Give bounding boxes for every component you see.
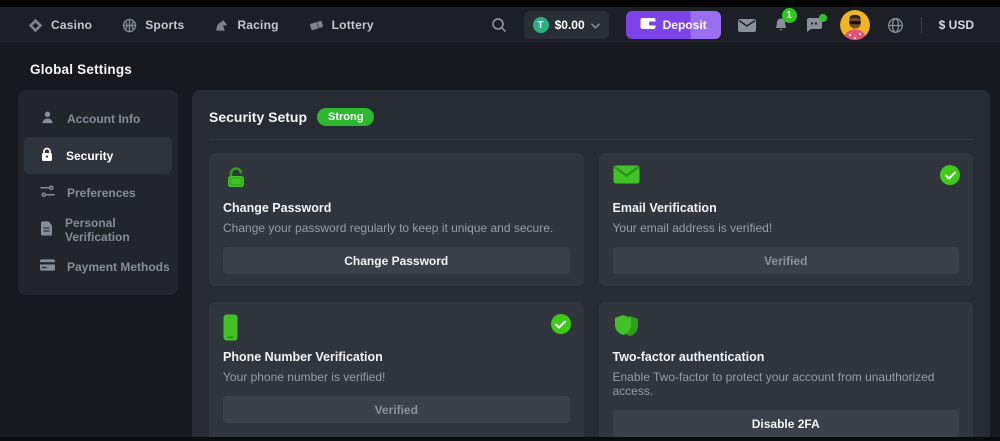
green-shields-icon [613, 314, 960, 346]
card-title: Phone Number Verification [223, 350, 570, 364]
phone-verified-button[interactable]: Verified [223, 396, 570, 423]
strength-badge: Strong [317, 108, 374, 126]
verified-check-icon [940, 165, 960, 185]
sidebar-item-label: Account Info [67, 112, 140, 126]
racing-horse-icon [214, 18, 229, 33]
chevron-down-icon [591, 16, 600, 34]
sidebar-item-label: Preferences [67, 186, 136, 200]
bottom-edge [0, 437, 1000, 441]
deposit-button[interactable]: Deposit [626, 11, 721, 39]
sliders-icon [40, 185, 55, 201]
casino-diamond-icon [28, 18, 43, 33]
settings-page: Global Settings Account Info Security [0, 44, 1000, 437]
avatar[interactable] [840, 10, 870, 40]
settings-sidebar: Account Info Security Preferences [18, 90, 178, 295]
green-phone-icon [223, 314, 570, 346]
notification-badge: 1 [782, 8, 797, 23]
two-factor-card: Two-factor authentication Enable Two-fac… [599, 302, 974, 441]
sidebar-item-security[interactable]: Security [24, 137, 172, 174]
mail-icon[interactable] [738, 19, 756, 32]
green-lock-icon [223, 165, 570, 197]
search-icon[interactable] [491, 17, 507, 33]
change-password-button[interactable]: Change Password [223, 247, 570, 274]
top-navbar: Casino Sports Racing Lottery [0, 7, 1000, 44]
nav-label: Casino [51, 18, 92, 32]
navbar-actions: T $0.00 Deposit 1 [491, 10, 974, 40]
divider [209, 139, 973, 140]
divider [921, 17, 922, 33]
globe-icon[interactable] [887, 17, 904, 34]
chat-icon[interactable] [806, 17, 823, 33]
verified-check-icon [551, 314, 571, 334]
card-title: Change Password [223, 201, 570, 215]
top-edge [0, 0, 1000, 7]
chat-online-dot [819, 14, 827, 22]
nav-item-lottery[interactable]: Lottery [309, 18, 374, 33]
balance-amount: $0.00 [555, 18, 585, 32]
card-description: Your phone number is verified! [223, 370, 570, 384]
email-verified-button[interactable]: Verified [613, 247, 960, 274]
sidebar-item-payment-methods[interactable]: Payment Methods [24, 248, 172, 285]
email-verification-card: Email Verification Your email address is… [599, 153, 974, 286]
card-description: Enable Two-factor to protect your accoun… [613, 370, 960, 398]
sports-basketball-icon [122, 18, 137, 33]
person-icon [40, 110, 55, 128]
balance-selector[interactable]: T $0.00 [524, 11, 609, 39]
security-panel: Security Setup Strong Change Password Ch… [192, 90, 990, 441]
card-title: Two-factor authentication [613, 350, 960, 364]
phone-verification-card: Phone Number Verification Your phone num… [209, 302, 584, 441]
lock-icon [40, 147, 54, 165]
card-title: Email Verification [613, 201, 960, 215]
change-password-card: Change Password Change your password reg… [209, 153, 584, 286]
sidebar-item-label: Personal Verification [65, 216, 172, 244]
fiat-currency-selector[interactable]: $ USD [939, 18, 974, 32]
document-icon [40, 221, 53, 239]
panel-header: Security Setup Strong [209, 108, 973, 126]
sidebar-item-personal-verification[interactable]: Personal Verification [24, 211, 172, 248]
nav-label: Lottery [332, 18, 374, 32]
sidebar-item-label: Payment Methods [67, 260, 170, 274]
green-envelope-icon [613, 165, 960, 197]
panel-title: Security Setup [209, 109, 307, 125]
sidebar-item-label: Security [66, 149, 113, 163]
card-description: Change your password regularly to keep i… [223, 221, 570, 235]
page-title: Global Settings [0, 44, 1000, 77]
nav-label: Racing [237, 18, 278, 32]
nav-item-racing[interactable]: Racing [214, 18, 278, 33]
screen: Casino Sports Racing Lottery [0, 0, 1000, 441]
deposit-label: Deposit [663, 18, 707, 32]
tether-coin-icon: T [533, 17, 549, 33]
lottery-ticket-icon [309, 18, 324, 33]
card-description: Your email address is verified! [613, 221, 960, 235]
nav-item-casino[interactable]: Casino [28, 18, 92, 33]
security-cards-grid: Change Password Change your password reg… [209, 153, 973, 441]
nav-label: Sports [145, 18, 184, 32]
credit-card-icon [40, 259, 55, 274]
bell-icon[interactable]: 1 [773, 17, 789, 33]
sidebar-item-preferences[interactable]: Preferences [24, 174, 172, 211]
disable-2fa-button[interactable]: Disable 2FA [613, 410, 960, 437]
sidebar-item-account-info[interactable]: Account Info [24, 100, 172, 137]
wallet-icon [640, 17, 656, 33]
nav-item-sports[interactable]: Sports [122, 18, 184, 33]
primary-nav: Casino Sports Racing Lottery [28, 18, 374, 33]
